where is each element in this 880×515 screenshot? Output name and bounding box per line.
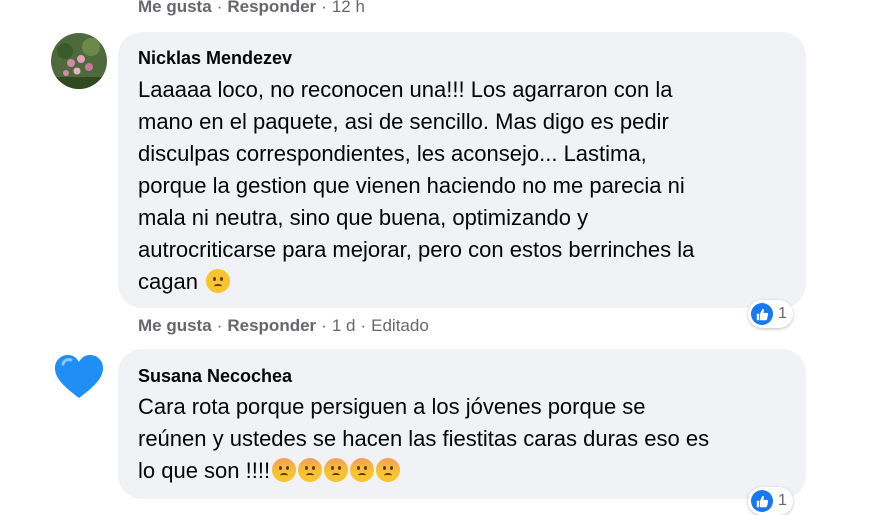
- comment-line: autrocriticarse para mejorar, pero con e…: [138, 237, 695, 262]
- comment-time[interactable]: 1 d: [332, 316, 356, 336]
- angry-face-icon: [324, 458, 349, 482]
- comment-actions: Me gusta · Responder · 1 d · Editado: [138, 316, 429, 336]
- comment-line: lo que son !!!!: [138, 455, 709, 487]
- avatar[interactable]: [51, 350, 107, 406]
- angry-face-icon: [350, 458, 375, 482]
- angry-face-icon: [298, 458, 323, 482]
- comment-text: Cara rota porque persiguen a los jóvenes…: [138, 391, 709, 487]
- comment-actions-top: Me gusta · Responder · 12 h: [138, 0, 365, 17]
- avatar[interactable]: [51, 33, 107, 89]
- comment-line: mano en el paquete, asi de sencillo. Mas…: [138, 109, 669, 134]
- comment-line: Cara rota porque persiguen a los jóvenes…: [138, 394, 646, 419]
- reply-link[interactable]: Responder: [227, 316, 316, 336]
- comment-line: mala ni neutra, sino que buena, optimiza…: [138, 205, 589, 230]
- reaction-summary[interactable]: 1: [748, 487, 793, 515]
- comment-line-text: lo que son !!!!: [138, 458, 271, 483]
- comment-line: disculpas correspondientes, les aconsejo…: [138, 141, 647, 166]
- blue-heart-icon: [51, 350, 107, 406]
- reaction-summary[interactable]: 1: [748, 300, 793, 328]
- reaction-count: 1: [778, 492, 787, 509]
- comment-line: reúnen y ustedes se hacen las fiestitas …: [138, 426, 710, 451]
- like-link[interactable]: Me gusta: [138, 316, 212, 336]
- comment-author[interactable]: Susana Necochea: [138, 366, 292, 387]
- comment-time[interactable]: 12 h: [332, 0, 365, 17]
- comment-line: cagan: [138, 266, 694, 298]
- separator: ·: [216, 0, 223, 16]
- thumbs-up-icon: [751, 303, 773, 325]
- avatar-photo-icon: [51, 33, 107, 89]
- like-link[interactable]: Me gusta: [138, 0, 212, 17]
- separator: ·: [216, 316, 223, 335]
- thumbs-up-icon: [751, 490, 773, 512]
- comment-author[interactable]: Nicklas Mendezev: [138, 48, 292, 69]
- comment-line: porque la gestion que vienen haciendo no…: [138, 173, 685, 198]
- comment-line: Laaaaa loco, no reconocen una!!! Los aga…: [138, 77, 673, 102]
- reply-link[interactable]: Responder: [227, 0, 316, 17]
- comment-text: Laaaaa loco, no reconocen una!!! Los aga…: [138, 74, 694, 298]
- separator: ·: [360, 316, 367, 335]
- separator: ·: [321, 0, 327, 16]
- angry-face-icon: [272, 458, 297, 482]
- comment-bubble: Nicklas Mendezev Laaaaa loco, no reconoc…: [118, 32, 806, 308]
- edited-label[interactable]: Editado: [371, 316, 429, 336]
- angry-face-icon: [376, 458, 401, 482]
- separator: ·: [321, 316, 327, 335]
- comment-bubble: Susana Necochea Cara rota porque persigu…: [118, 349, 806, 499]
- comment-line-text: cagan: [138, 269, 198, 294]
- reaction-count: 1: [778, 305, 787, 322]
- confused-face-icon: [206, 269, 231, 293]
